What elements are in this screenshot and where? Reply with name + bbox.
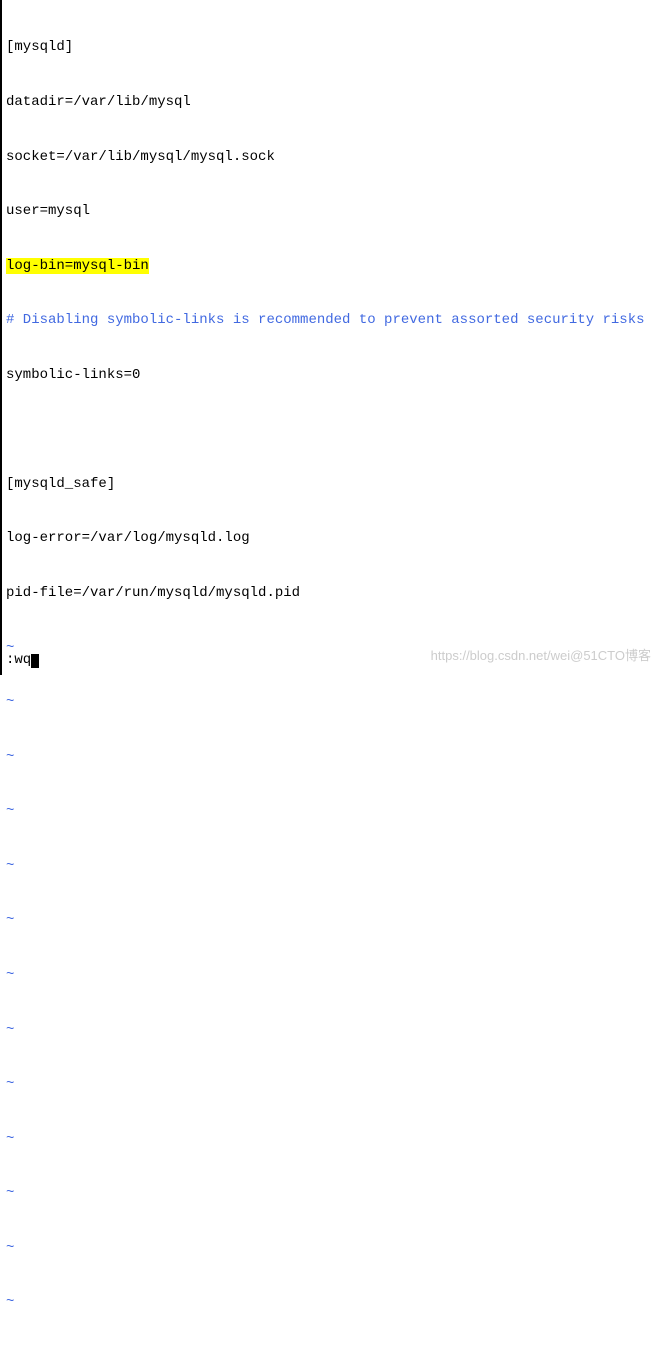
vi-tilde-line: ~: [6, 1130, 657, 1148]
config-line: pid-file=/var/run/mysqld/mysqld.pid: [6, 584, 657, 602]
config-line: socket=/var/lib/mysql/mysql.sock: [6, 148, 657, 166]
config-line: log-error=/var/log/mysqld.log: [6, 529, 657, 547]
config-line: [mysqld]: [6, 38, 657, 56]
config-line-highlighted: log-bin=mysql-bin: [6, 257, 657, 275]
vi-tilde-line: ~: [6, 1184, 657, 1202]
config-line: [mysqld_safe]: [6, 475, 657, 493]
config-line: symbolic-links=0: [6, 366, 657, 384]
config-line: datadir=/var/lib/mysql: [6, 93, 657, 111]
vi-tilde-line: ~: [6, 748, 657, 766]
vi-tilde-line: ~: [6, 1348, 657, 1350]
vi-tilde-line: ~: [6, 802, 657, 820]
vi-tilde-line: ~: [6, 693, 657, 711]
vi-command-text: :wq: [6, 652, 31, 668]
config-empty-line: [6, 420, 657, 438]
vi-tilde-line: ~: [6, 857, 657, 875]
vi-tilde-line: ~: [6, 1293, 657, 1311]
vi-command-line[interactable]: :wq: [6, 651, 39, 669]
vi-tilde-line: ~: [6, 1239, 657, 1257]
vi-tilde-line: ~: [6, 966, 657, 984]
vi-tilde-line: ~: [6, 1021, 657, 1039]
vi-tilde-line: ~: [6, 911, 657, 929]
vi-tilde-line: ~: [6, 639, 657, 657]
editor-content[interactable]: [mysqld] datadir=/var/lib/mysql socket=/…: [2, 0, 661, 1350]
cursor-icon: [31, 654, 39, 668]
config-comment-line: # Disabling symbolic-links is recommende…: [6, 311, 657, 329]
config-line: user=mysql: [6, 202, 657, 220]
vi-tilde-line: ~: [6, 1075, 657, 1093]
